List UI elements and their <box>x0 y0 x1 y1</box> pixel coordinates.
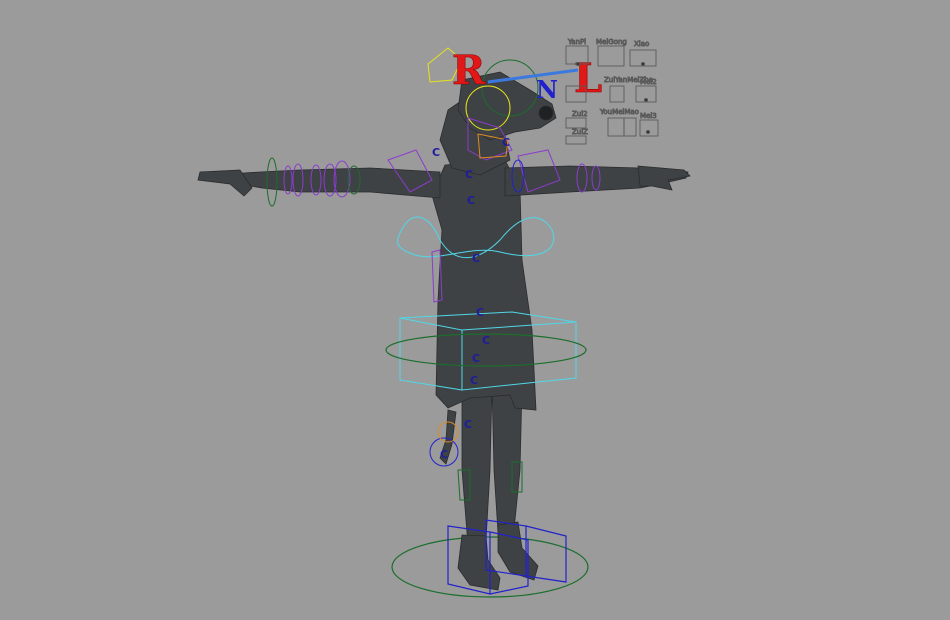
spine-c-9[interactable]: C <box>440 448 448 461</box>
label-mei2: Mei2 <box>640 78 657 86</box>
label-meigong: MeiGong <box>596 38 627 46</box>
spine-c-5[interactable]: C <box>482 334 490 347</box>
spine-c-1[interactable]: C <box>465 168 473 181</box>
spine-c-8[interactable]: C <box>464 418 472 431</box>
label-mei3: Mei3 <box>640 112 657 120</box>
spine-c-7[interactable]: C <box>470 374 478 387</box>
slider-handle-mei3[interactable] <box>645 129 651 135</box>
slider-handle-xiao[interactable] <box>640 61 646 67</box>
label-zui2: Zui2 <box>572 110 588 118</box>
label-yanpi: YanPi <box>567 38 586 46</box>
spine-c-2[interactable]: C <box>467 194 475 207</box>
spine-c-11[interactable]: C <box>432 146 440 159</box>
label-zuiz: ZuiZ <box>572 128 588 136</box>
label-youmei: YouMeiMao <box>599 108 639 116</box>
letter-r-control[interactable]: R <box>452 47 487 95</box>
snout-tip-mesh[interactable] <box>538 105 554 121</box>
spine-c-10[interactable]: C <box>502 136 510 149</box>
spine-c-3[interactable]: C <box>472 252 480 265</box>
scene-svg[interactable]: R N L C C C C C C C C C C C YanPi MeiGon… <box>0 0 950 620</box>
spine-c-4[interactable]: C <box>476 306 484 319</box>
label-xiao: Xiao <box>634 40 649 48</box>
slider-handle-yanpi[interactable] <box>575 61 581 67</box>
letter-n-control[interactable]: N <box>536 75 558 104</box>
coat-mesh[interactable] <box>431 159 537 411</box>
slider-handle-mei2[interactable] <box>643 97 649 103</box>
spine-c-6[interactable]: C <box>472 352 480 365</box>
3d-viewport[interactable]: R N L C C C C C C C C C C C YanPi MeiGon… <box>0 0 950 620</box>
